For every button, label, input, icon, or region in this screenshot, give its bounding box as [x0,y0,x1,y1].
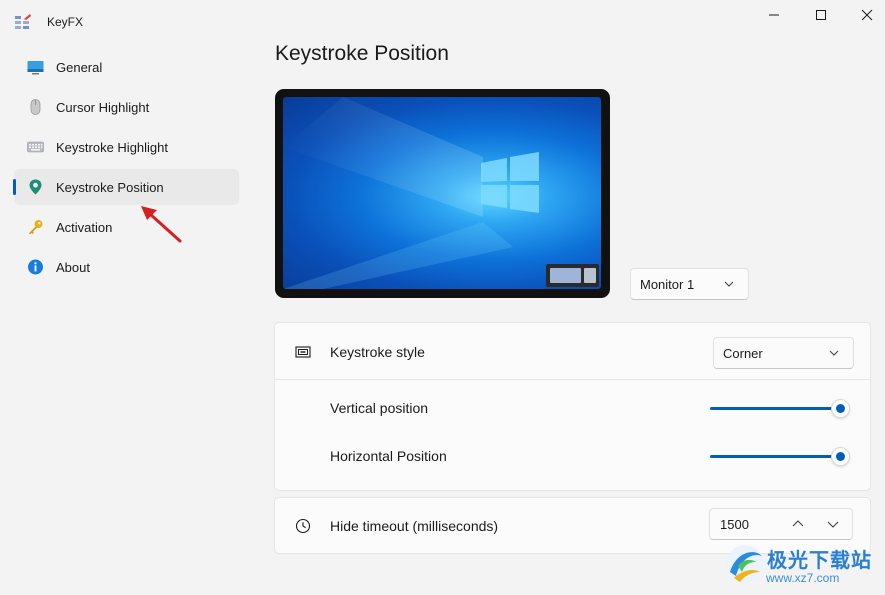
annotation-arrow [141,206,182,243]
active-indicator [13,179,16,195]
app-title: KeyFX [47,15,84,29]
vertical-position-slider[interactable] [710,398,850,418]
keystroke-preview-box [546,264,599,287]
vertical-position-label: Vertical position [330,400,429,416]
sidebar-item-keystroke-position[interactable]: Keystroke Position [13,169,239,205]
sidebar-item-about[interactable]: About [14,249,239,285]
sidebar-item-label: About [56,260,90,275]
slider-thumb[interactable] [831,399,850,418]
chevron-down-icon [724,281,734,287]
location-pin-icon [29,179,42,195]
slider-track [710,407,850,410]
close-icon [861,9,873,21]
monitor-select[interactable]: Monitor 1 [630,268,749,300]
desktop-wallpaper [283,97,601,289]
slider-thumb[interactable] [831,447,850,466]
sidebar-item-general[interactable]: General [14,49,239,85]
sidebar-item-label: Cursor Highlight [56,100,150,115]
slider-track [710,455,850,458]
sidebar-item-keystroke-highlight[interactable]: Keystroke Highlight [14,129,239,165]
monitor-preview [275,89,610,298]
sidebar-item-label: General [56,60,103,75]
chevron-down-icon[interactable] [827,519,839,529]
clock-icon [295,518,311,534]
title-bar: KeyFX [0,0,885,40]
keyboard-frame-icon [295,346,311,358]
sidebar-item-cursor-highlight[interactable]: Cursor Highlight [14,89,239,125]
monitor-select-value: Monitor 1 [640,277,695,292]
hide-timeout-value: 1500 [720,517,749,532]
keyfx-logo-icon [15,14,31,29]
keyboard-icon [27,141,44,153]
close-button[interactable] [844,0,885,30]
horizontal-position-label: Horizontal Position [330,448,447,464]
minimize-button[interactable] [751,0,797,30]
page-title: Keystroke Position [275,42,449,65]
sidebar-item-label: Keystroke Position [56,180,164,195]
hide-timeout-label: Hide timeout (milliseconds) [330,518,499,534]
maximize-icon [816,10,826,20]
watermark-title: 极光下载站 [767,550,872,572]
chevron-up-icon[interactable] [792,519,804,529]
keystroke-style-value: Corner [723,346,763,361]
info-icon [28,259,43,275]
monitor-icon [27,61,44,75]
card-divider [275,379,870,380]
keystroke-style-select[interactable]: Corner [713,337,854,369]
key-icon [29,220,43,235]
chevron-down-icon [829,350,839,356]
mouse-icon [30,99,41,115]
watermark-url: www.xz7.com [766,571,840,585]
windows-logo-light [283,97,539,289]
site-watermark: 极光下载站 www.xz7.com [724,540,882,592]
keystroke-preview-key [584,268,596,283]
keystroke-style-card: Keystroke style Corner Vertical position… [274,322,871,491]
sidebar-item-label: Activation [56,220,113,235]
keystroke-style-label: Keystroke style [330,344,425,360]
minimize-icon [769,14,779,16]
hide-timeout-input[interactable]: 1500 [709,508,853,540]
watermark-logo-icon [726,545,764,583]
sidebar-item-label: Keystroke Highlight [56,140,168,155]
sidebar-item-activation[interactable]: Activation [14,209,239,245]
horizontal-position-slider[interactable] [710,446,850,466]
maximize-button[interactable] [798,0,844,30]
keystroke-preview-key [550,268,581,283]
